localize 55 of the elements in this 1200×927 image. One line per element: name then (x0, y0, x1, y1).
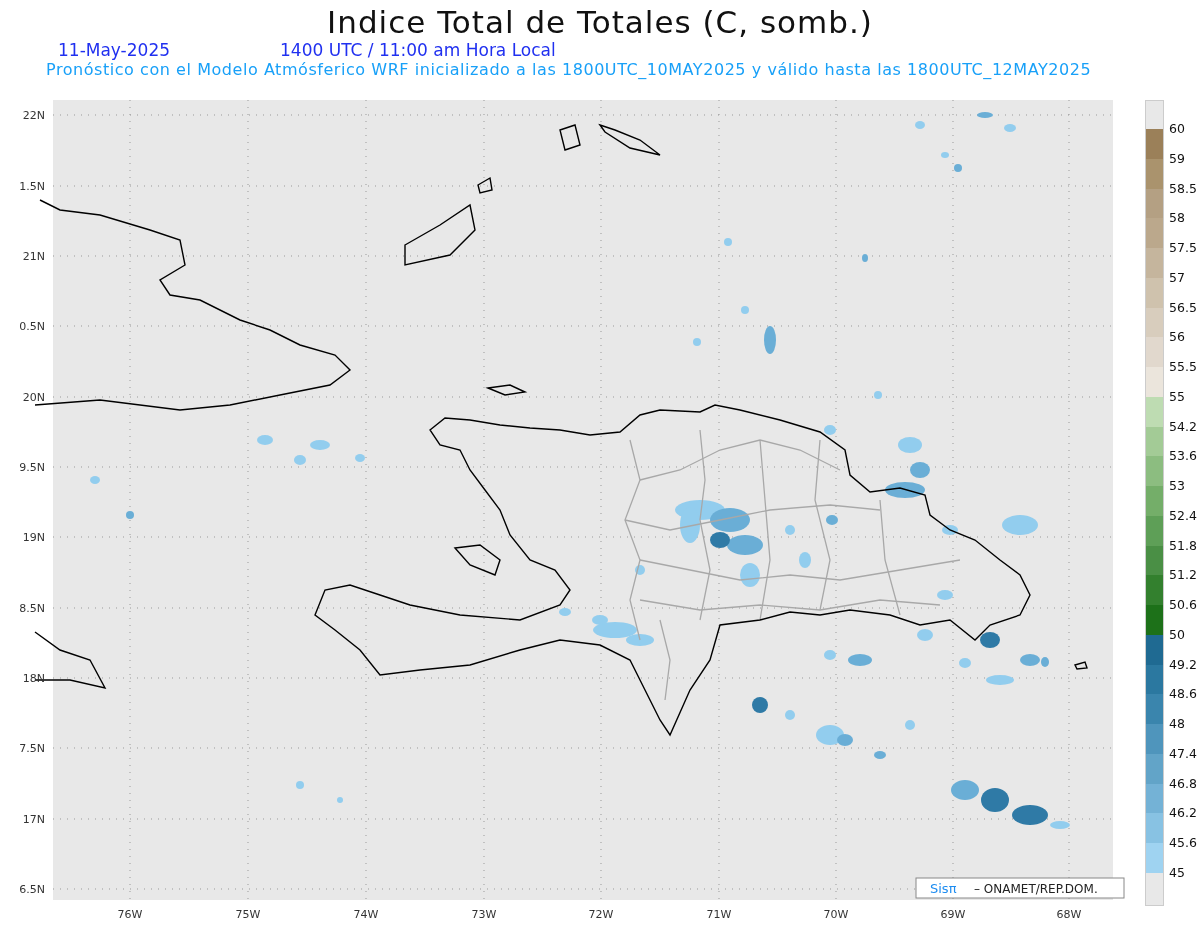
longitude-label: 69W (940, 908, 966, 921)
date-text: 11-May-2025 (58, 40, 170, 60)
latitude-label: 9.5N (19, 461, 45, 474)
scale-label: 47.4 (1169, 745, 1197, 761)
longitude-label: 68W (1056, 908, 1082, 921)
scale-label: 57.5 (1169, 240, 1197, 255)
scale-label: 52.4 (1169, 507, 1197, 523)
longitude-label: 76W (117, 908, 143, 921)
latitude-label: 6.5N (19, 883, 45, 896)
latitude-label: 17N (22, 813, 45, 826)
time-text: 1400 UTC / 11:00 am Hora Local (280, 40, 556, 60)
longitude-label: 72W (588, 908, 614, 921)
longitude-label: 73W (471, 908, 497, 921)
scale-label: 49.2 (1169, 656, 1197, 672)
longitude-label: 74W (353, 908, 379, 921)
latitude-label: 8.5N (19, 602, 45, 615)
scale-label: 56 (1169, 329, 1185, 345)
latitude-label: 18N (22, 672, 45, 685)
latitude-label: 7.5N (19, 742, 45, 755)
scale-label: 53 (1169, 478, 1185, 493)
scale-label: 59 (1169, 150, 1185, 166)
scale-label: 50 (1169, 626, 1185, 642)
scale-label: 56.5 (1169, 299, 1197, 315)
credit-text: – ONAMET/REP.DOM. (974, 882, 1098, 896)
scale-label: 50.6 (1169, 597, 1197, 612)
scale-label: 58.5 (1169, 180, 1197, 196)
scale-label: 51.8 (1169, 537, 1197, 553)
longitude-label: 75W (235, 908, 261, 921)
scale-label: 51.2 (1169, 567, 1197, 583)
latitude-label: 22N (22, 109, 45, 122)
subtitle-text: Pronóstico con el Modelo Atmósferico WRF inicializado a las 1800UTC_10MAY2025 y válido hasta las 1800UTC_12MAY2025 (45, 60, 1093, 79)
scale-label: 46.8 (1169, 775, 1197, 791)
latitude-label: 21N (22, 250, 45, 263)
scale-label: 48 (1169, 716, 1185, 731)
longitude-label: 71W (706, 908, 732, 921)
logo-text: Sisπ (930, 881, 957, 896)
latitude-label: 1.5N (19, 180, 45, 193)
longitude-label: 70W (823, 908, 849, 921)
latitude-label: 0.5N (19, 320, 45, 333)
latitude-label: 20N (22, 391, 45, 404)
chart-title: Indice Total de Totales (C, somb.) (327, 4, 873, 40)
scale-label: 46.2 (1169, 805, 1197, 821)
scale-label: 55.5 (1169, 359, 1197, 374)
scale-label: 45.6 (1169, 835, 1197, 850)
scale-end-cap (1145, 100, 1164, 129)
scale-label: 55 (1169, 388, 1185, 404)
scale-label: 53.6 (1169, 448, 1197, 464)
scale-label: 45 (1169, 864, 1185, 880)
latitude-label: 19N (22, 531, 45, 544)
scale-label: 60 (1169, 121, 1185, 136)
scale-label: 48.6 (1169, 686, 1197, 702)
scale-label: 57 (1169, 269, 1185, 285)
scale-label: 58 (1169, 210, 1185, 226)
scale-label: 54.2 (1169, 418, 1197, 434)
scale-end-cap (1145, 872, 1164, 906)
